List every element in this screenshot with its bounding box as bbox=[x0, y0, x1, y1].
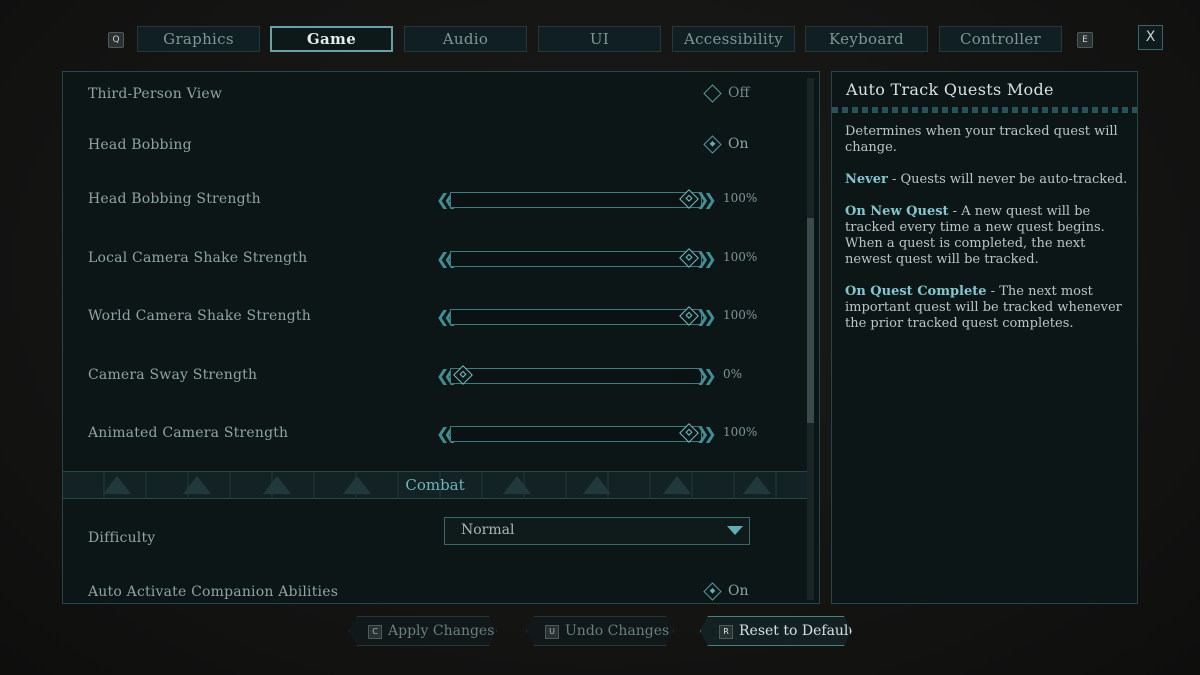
tab-game[interactable]: Game bbox=[270, 26, 393, 52]
section-title: Combat bbox=[405, 476, 465, 494]
scrollbar-thumb[interactable] bbox=[807, 218, 814, 423]
tab-controller[interactable]: Controller bbox=[939, 26, 1062, 52]
tab-keyboard[interactable]: Keyboard bbox=[805, 26, 928, 52]
slider-value: 100% bbox=[723, 425, 758, 439]
tab-bar: Graphics Game Audio UI Accessibility Key… bbox=[0, 26, 1200, 54]
chevron-left-icon[interactable]: ❮❮ bbox=[436, 248, 457, 270]
chevron-right-icon[interactable]: ❯❯ bbox=[696, 423, 717, 445]
slider-value: 100% bbox=[723, 191, 758, 205]
setting-row-slider[interactable]: Camera Sway Strength ❮❮ ❯❯ 0% bbox=[63, 355, 803, 395]
tab-graphics[interactable]: Graphics bbox=[137, 26, 260, 52]
local-camera-shake-slider[interactable]: ❮❮ ❯❯ bbox=[436, 248, 717, 270]
setting-label: Difficulty bbox=[88, 530, 156, 546]
info-term: On New Quest bbox=[845, 204, 949, 219]
chevron-right-icon[interactable]: ❯❯ bbox=[696, 365, 717, 387]
info-title: Auto Track Quests Mode bbox=[846, 80, 1054, 99]
toggle-value: Off bbox=[728, 85, 750, 101]
setting-row-companion[interactable]: Auto Activate Companion Abilities On bbox=[63, 572, 803, 603]
slider-track[interactable] bbox=[450, 368, 702, 384]
settings-panel: Third-Person View Off Head Bobbing On He… bbox=[62, 71, 820, 604]
slider-value: 100% bbox=[723, 250, 758, 264]
world-camera-shake-slider[interactable]: ❮❮ ❯❯ bbox=[436, 306, 717, 328]
slider-value: 0% bbox=[723, 367, 743, 381]
tab-ui[interactable]: UI bbox=[538, 26, 661, 52]
info-quest-complete: On Quest Complete - The next most import… bbox=[845, 284, 1135, 332]
setting-label: Camera Sway Strength bbox=[88, 367, 258, 383]
keycap-r: R bbox=[719, 625, 733, 639]
dropdown-value: Normal bbox=[461, 522, 515, 538]
setting-row-head-bobbing[interactable]: Head Bobbing On bbox=[63, 125, 803, 165]
next-tab-key[interactable]: E bbox=[1077, 32, 1093, 48]
setting-row-slider[interactable]: World Camera Shake Strength ❮❮ ❯❯ 100% bbox=[63, 296, 803, 336]
chevron-right-icon[interactable]: ❯❯ bbox=[696, 248, 717, 270]
section-header-combat: Combat bbox=[63, 471, 807, 499]
head-bobbing-toggle[interactable]: On bbox=[703, 135, 783, 155]
setting-label: Local Camera Shake Strength bbox=[88, 250, 308, 266]
keycap-u: U bbox=[545, 625, 559, 639]
slider-value: 100% bbox=[723, 308, 758, 322]
companion-toggle[interactable]: On bbox=[703, 582, 783, 602]
setting-label: Head Bobbing Strength bbox=[88, 191, 261, 207]
button-label: Undo Changes bbox=[565, 623, 670, 639]
info-term: Never bbox=[845, 172, 888, 187]
chevron-left-icon[interactable]: ❮❮ bbox=[436, 189, 457, 211]
chevron-left-icon[interactable]: ❮❮ bbox=[436, 306, 457, 328]
tab-audio[interactable]: Audio bbox=[404, 26, 527, 52]
chevron-right-icon[interactable]: ❯❯ bbox=[696, 306, 717, 328]
setting-row-slider[interactable]: Local Camera Shake Strength ❮❮ ❯❯ 100% bbox=[63, 238, 803, 278]
setting-row-slider[interactable]: Head Bobbing Strength ❮❮ ❯❯ 100% bbox=[63, 179, 803, 219]
head-bobbing-strength-slider[interactable]: ❮❮ ❯❯ bbox=[436, 189, 717, 211]
tab-accessibility[interactable]: Accessibility bbox=[672, 26, 795, 52]
third-person-toggle[interactable]: Off bbox=[703, 84, 783, 104]
toggle-value: On bbox=[728, 136, 749, 152]
chevron-left-icon[interactable]: ❮❮ bbox=[436, 423, 457, 445]
chevron-down-icon bbox=[727, 526, 743, 535]
slider-track[interactable] bbox=[450, 192, 702, 208]
info-desc: - Quests will never be auto-tracked. bbox=[887, 172, 1128, 187]
info-new-quest: On New Quest - A new quest will be track… bbox=[845, 204, 1135, 268]
difficulty-dropdown[interactable]: Normal bbox=[444, 517, 750, 545]
slider-track[interactable] bbox=[450, 426, 702, 442]
info-term: On Quest Complete bbox=[845, 284, 987, 299]
reset-to-default-button[interactable]: R Reset to Default bbox=[700, 616, 852, 646]
chevron-right-icon[interactable]: ❯❯ bbox=[696, 189, 717, 211]
ornament-divider bbox=[832, 107, 1137, 113]
animated-camera-slider[interactable]: ❮❮ ❯❯ bbox=[436, 423, 717, 445]
keycap-c: C bbox=[368, 625, 382, 639]
setting-label: Animated Camera Strength bbox=[88, 425, 289, 441]
setting-label: Head Bobbing bbox=[88, 137, 192, 153]
setting-label: Third-Person View bbox=[88, 86, 223, 102]
info-intro: Determines when your tracked quest will … bbox=[845, 124, 1118, 155]
toggle-diamond-icon bbox=[703, 582, 722, 601]
scrollbar[interactable] bbox=[807, 78, 814, 600]
info-panel: Auto Track Quests Mode Determines when y… bbox=[831, 71, 1138, 604]
slider-track[interactable] bbox=[450, 251, 702, 267]
setting-label: World Camera Shake Strength bbox=[88, 308, 311, 324]
info-never: Never - Quests will never be auto-tracke… bbox=[845, 172, 1135, 188]
setting-row-slider[interactable]: Animated Camera Strength ❮❮ ❯❯ 100% bbox=[63, 413, 803, 453]
button-label: Reset to Default bbox=[739, 623, 855, 639]
toggle-diamond-icon bbox=[703, 135, 722, 154]
toggle-value: On bbox=[728, 583, 749, 599]
undo-changes-button[interactable]: U Undo Changes bbox=[526, 616, 674, 646]
button-label: Apply Changes bbox=[388, 623, 495, 639]
chevron-left-icon[interactable]: ❮❮ bbox=[436, 365, 457, 387]
setting-label: Auto Activate Companion Abilities bbox=[88, 584, 339, 600]
close-button[interactable]: X bbox=[1138, 25, 1163, 50]
apply-changes-button[interactable]: C Apply Changes bbox=[349, 616, 497, 646]
camera-sway-slider[interactable]: ❮❮ ❯❯ bbox=[436, 365, 717, 387]
info-body: Determines when your tracked quest will … bbox=[845, 124, 1135, 348]
toggle-diamond-icon bbox=[703, 84, 722, 103]
slider-track[interactable] bbox=[450, 309, 702, 325]
setting-row-third-person[interactable]: Third-Person View Off bbox=[63, 74, 803, 114]
